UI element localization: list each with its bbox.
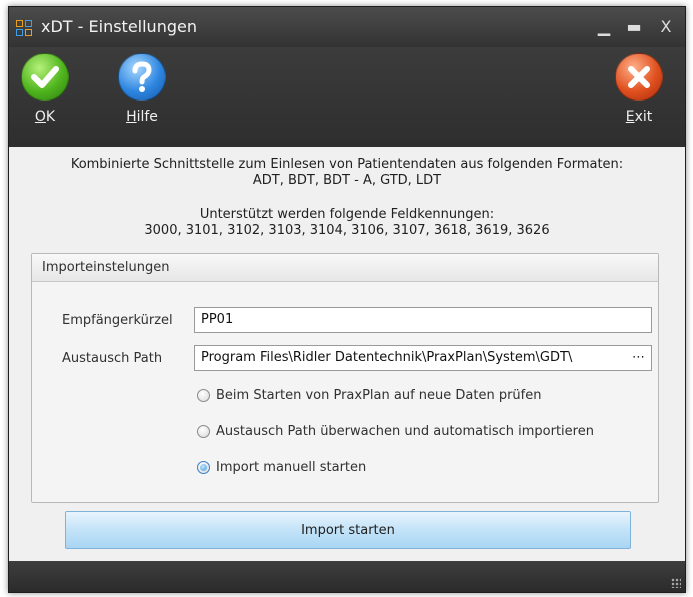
path-value: Program Files\Ridler Datentechnik\PraxPl…: [201, 350, 573, 365]
option-label: Austausch Path überwachen und automatisc…: [216, 424, 594, 439]
close-x-icon: [615, 53, 663, 101]
import-settings-header: Importeinstelungen: [32, 254, 658, 282]
checkmark-icon: [21, 53, 69, 101]
help-label: Hilfe: [126, 109, 158, 125]
option-label: Beim Starten von PraxPlan auf neue Daten…: [216, 388, 542, 403]
title-bar[interactable]: xDT - Einstellungen ▁ ▬ X: [9, 7, 685, 47]
ok-label: OK: [34, 109, 56, 125]
toolbar: OK Hilfe Exit: [9, 47, 685, 147]
minimize-button[interactable]: ▁: [593, 17, 615, 37]
formats-intro-text: Kombinierte Schnittstelle zum Einlesen v…: [70, 157, 624, 172]
import-start-button[interactable]: Import starten: [65, 511, 631, 549]
exit-label: Exit: [625, 109, 653, 125]
field-ids-info: Unterstützt werden folgende Feldkennunge…: [9, 207, 685, 239]
question-mark-icon: [118, 53, 166, 101]
import-settings-group: Importeinstelungen Empfängerkürzel PP01 …: [31, 253, 659, 503]
radio-button-checked[interactable]: [197, 461, 210, 474]
formats-info: Kombinierte Schnittstelle zum Einlesen v…: [9, 157, 685, 189]
radio-button[interactable]: [197, 389, 210, 402]
radio-button[interactable]: [197, 425, 210, 438]
content-panel: Kombinierte Schnittstelle zum Einlesen v…: [9, 147, 685, 561]
exit-button[interactable]: Exit: [609, 53, 669, 125]
window-title: xDT - Einstellungen: [41, 17, 197, 36]
ok-button[interactable]: OK: [15, 53, 75, 125]
maximize-button[interactable]: ▬: [623, 17, 645, 37]
browse-button[interactable]: ⋯: [628, 346, 645, 370]
resize-grip-icon[interactable]: [671, 578, 681, 588]
close-button[interactable]: X: [655, 17, 677, 37]
status-bar: [9, 561, 685, 592]
empfaenger-label: Empfängerkürzel: [62, 313, 173, 328]
settings-window: xDT - Einstellungen ▁ ▬ X OK Hilfe Exit …: [8, 6, 686, 593]
path-label: Austausch Path: [62, 351, 163, 366]
option-watch-path[interactable]: Austausch Path überwachen und automatisc…: [197, 424, 594, 439]
empfaenger-input[interactable]: PP01: [194, 307, 652, 333]
empfaenger-value: PP01: [201, 312, 234, 327]
formats-list-text: ADT, BDT, BDT - A, GTD, LDT: [252, 173, 442, 188]
option-manual-import[interactable]: Import manuell starten: [197, 460, 366, 475]
field-ids-list-text: 3000, 3101, 3102, 3103, 3104, 3106, 3107…: [144, 223, 550, 238]
help-button[interactable]: Hilfe: [112, 53, 172, 125]
field-ids-intro-text: Unterstützt werden folgende Feldkennunge…: [199, 207, 495, 222]
app-grid-icon: [16, 20, 32, 36]
path-input[interactable]: Program Files\Ridler Datentechnik\PraxPl…: [194, 345, 652, 371]
option-check-on-start[interactable]: Beim Starten von PraxPlan auf neue Daten…: [197, 388, 542, 403]
option-label: Import manuell starten: [216, 460, 367, 475]
